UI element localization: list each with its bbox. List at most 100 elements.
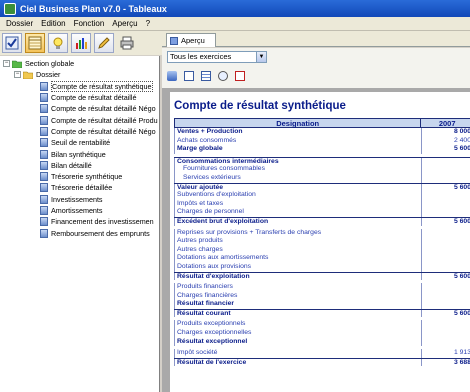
row-value [422, 200, 470, 209]
table-row: Résultat financier [174, 300, 470, 309]
row-label: Résultat de l'exercice [174, 358, 422, 367]
tree-item[interactable]: Trésorerie synthétique [0, 171, 159, 182]
row-label: Consommations intermédiaires [174, 157, 422, 166]
row-label: Valeur ajoutée [174, 183, 422, 192]
row-label: Achats consommés [174, 136, 422, 146]
pencil-button[interactable] [94, 33, 114, 53]
table-row: Valeur ajoutée 5 600 [174, 182, 470, 192]
tree-item-label: Compte de résultat détaillé [51, 93, 137, 103]
row-label: Subventions d'exploitation [174, 191, 422, 200]
row-value [422, 229, 470, 238]
row-label: Résultat financier [174, 300, 422, 309]
menu-edition[interactable]: Edition [37, 19, 69, 28]
row-value [422, 300, 470, 309]
menu-apercu[interactable]: Aperçu [108, 19, 141, 28]
app-logo-icon [4, 2, 16, 15]
menu-dossier[interactable]: Dossier [2, 19, 37, 28]
tab-strip: Aperçu [162, 31, 470, 47]
tree-folder-dossier[interactable]: − Dossier [0, 69, 159, 80]
document-icon [40, 104, 48, 114]
table-row: Consommations intermédiaires [174, 156, 470, 166]
row-value [422, 292, 470, 301]
collapse-icon[interactable]: − [3, 60, 10, 68]
export-icon[interactable] [235, 71, 245, 81]
tree-item-label: Trésorerie synthétique [51, 172, 123, 182]
calendar-icon [28, 36, 42, 50]
chart-button[interactable] [71, 33, 91, 53]
tree-item[interactable]: Compte de résultat détaillé Produ [0, 114, 159, 125]
menu-help[interactable]: ? [142, 19, 154, 28]
check-button[interactable] [2, 33, 22, 53]
table-row: Ventes + Production 8 000 [174, 128, 470, 137]
row-label: Charges financières [174, 291, 422, 301]
menu-bar: Dossier Edition Fonction Aperçu ? [0, 17, 470, 31]
table-row: Autres charges [174, 245, 470, 255]
tree-item[interactable]: Bilan détaillé [0, 160, 159, 171]
collapse-icon[interactable]: − [14, 71, 21, 79]
table-row: Résultat de l'exercice 3 688 [174, 357, 470, 367]
tree-item[interactable]: Remboursement des emprunts [0, 227, 159, 238]
row-label: Fournitures consommables [174, 165, 422, 174]
tree-item-label: Compte de résultat détaillé Négo [51, 104, 156, 114]
tree-item-label: Compte de résultat synthétique [51, 80, 153, 92]
tree-item[interactable]: Amortissements [0, 205, 159, 216]
tree-item[interactable]: Seuil de rentabilité [0, 137, 159, 148]
exercise-select[interactable]: Tous les exercices ▼ [167, 51, 267, 63]
document-icon [40, 228, 48, 238]
report-panel: Aperçu Tous les exercices ▼ Compte de ré… [162, 31, 470, 392]
tree-item[interactable]: Financement des investissemen [0, 216, 159, 227]
table-row: Excédent brut d'exploitation 5 600 [174, 216, 470, 226]
row-label: Marge globale [174, 145, 422, 154]
lightbulb-icon [53, 37, 63, 49]
row-value: 5 600 [422, 218, 470, 226]
row-value [422, 329, 470, 338]
row-label: Résultat exceptionnel [174, 337, 422, 347]
tree-item[interactable]: Bilan synthétique [0, 148, 159, 159]
table-row: Résultat exceptionnel [174, 337, 470, 347]
chart-icon [76, 38, 87, 49]
menu-fonction[interactable]: Fonction [70, 19, 109, 28]
document-icon [40, 138, 48, 148]
tab-apercu-label: Aperçu [181, 36, 205, 45]
tree-item-label: Bilan synthétique [51, 149, 106, 159]
table-body: Ventes + Production 8 000 Achats consommés… [174, 128, 470, 367]
row-value: 5 600 [422, 184, 470, 192]
page-single-icon[interactable] [184, 71, 194, 81]
tree-root-section-globale[interactable]: − Section globale [0, 58, 159, 69]
page-grid-icon[interactable] [201, 71, 211, 81]
tree-item[interactable]: Compte de résultat synthétique [0, 80, 159, 92]
row-value [422, 254, 470, 263]
window-title: Ciel Business Plan v7.0 - Tableaux [20, 3, 167, 14]
row-value [422, 263, 470, 272]
tree-item[interactable]: Trésorerie détaillée [0, 182, 159, 193]
row-value [422, 208, 470, 217]
table-row: Résultat d'exploitation 5 600 [174, 271, 470, 281]
print-button[interactable] [117, 33, 137, 53]
tree-item[interactable]: Compte de résultat détaillé [0, 92, 159, 103]
row-value: 1 913 [422, 349, 470, 358]
table-row: Impôt société 1 913 [174, 349, 470, 358]
tree-item-label: Trésorerie détaillée [51, 183, 113, 193]
zoom-icon[interactable] [218, 71, 228, 81]
calendar-button[interactable] [25, 33, 45, 53]
tree-item-label: Compte de résultat détaillé Produ [51, 115, 158, 125]
table-row: Reprises sur provisions + Transferts de … [174, 228, 470, 238]
tree-item[interactable]: Investissements [0, 194, 159, 205]
refresh-icon[interactable] [167, 71, 177, 81]
row-label: Impôt société [174, 349, 422, 358]
tab-apercu[interactable]: Aperçu [166, 33, 216, 47]
row-value [422, 246, 470, 255]
main-toolbar [0, 31, 162, 55]
table-row: Charges de personnel [174, 208, 470, 217]
table-row: Marge globale 5 600 [174, 145, 470, 154]
tree-item-label: Bilan détaillé [51, 160, 92, 170]
tree-item[interactable]: Compte de résultat détaillé Négo [0, 126, 159, 137]
lightbulb-button[interactable] [48, 33, 68, 53]
row-value: 5 600 [422, 145, 470, 154]
tree-item[interactable]: Compte de résultat détaillé Négo [0, 103, 159, 114]
report-viewer[interactable]: Compte de résultat synthétique Designati… [162, 88, 470, 392]
chevron-down-icon[interactable]: ▼ [256, 52, 266, 62]
row-label: Résultat d'exploitation [174, 272, 422, 281]
tree-item-label: Remboursement des emprunts [51, 228, 150, 238]
tree-item-label: Financement des investissemen [51, 217, 154, 227]
